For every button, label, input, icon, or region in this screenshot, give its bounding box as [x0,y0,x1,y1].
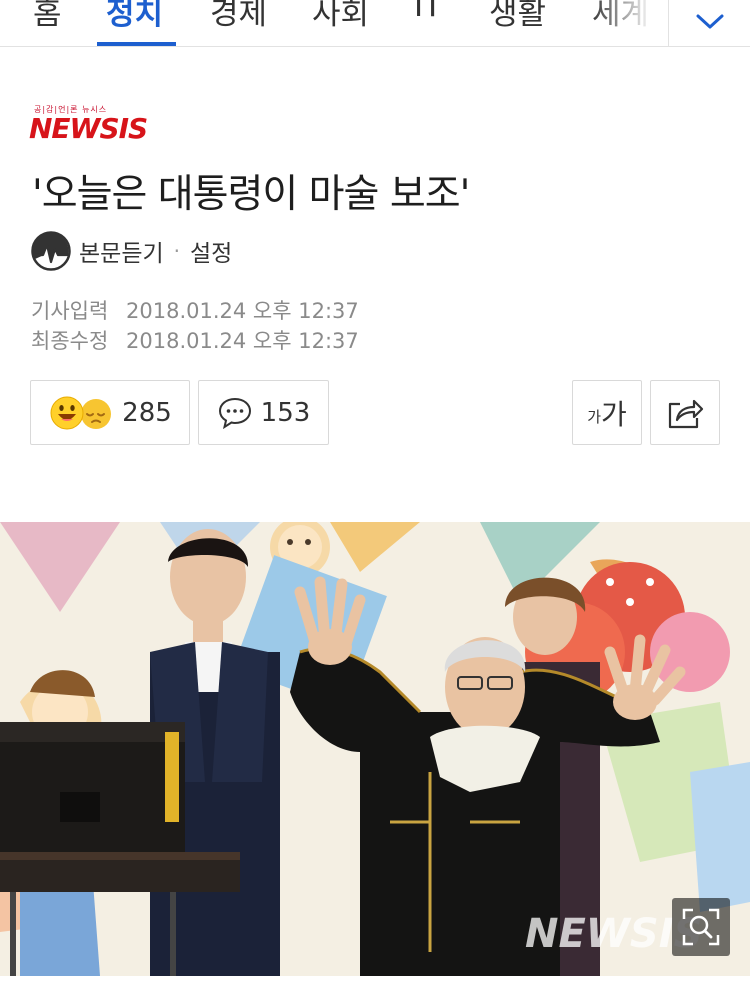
active-tab-indicator [97,42,176,46]
separator-dot: · [173,239,180,263]
comment-count: 153 [260,397,311,428]
font-size-button[interactable]: 가 가 [572,380,642,445]
chevron-down-icon [696,14,723,29]
tab-politics[interactable]: 정치 [106,0,163,33]
published-value: 2018.01.24 오후 12:37 [126,299,359,323]
tab-economy[interactable]: 경제 [210,0,267,33]
tab-society[interactable]: 사회 [312,0,369,33]
nav-more-button[interactable] [669,0,750,46]
reaction-button[interactable]: 285 [30,380,190,445]
category-nav: 홈 정치 경제 사회 IT 생활 세계 [0,0,750,47]
listen-row: 본문듣기 · 설정 [31,231,232,271]
font-size-large-label: 가 [601,397,627,431]
modified-label: 최종수정 [31,329,109,353]
modified-value: 2018.01.24 오후 12:37 [126,329,359,353]
tab-life[interactable]: 생활 [489,0,546,33]
listen-label[interactable]: 본문듣기 [79,234,164,268]
font-size-small-label: 가 [587,408,602,426]
reaction-count: 285 [122,397,172,428]
press-logo[interactable]: NEWSIS [29,112,148,145]
zoom-icon [682,908,720,946]
photo-zoom-button[interactable] [672,898,730,956]
article-photo[interactable]: NEWSIS [0,522,750,976]
article-title: '오늘은 대통령이 마술 보조' [32,172,470,217]
comment-icon [218,397,251,429]
reaction-emoji-icon [50,396,112,429]
nav-fade [590,0,668,46]
comment-button[interactable]: 153 [198,380,329,445]
photo-illustration: NEWSIS [0,522,750,976]
tab-home[interactable]: 홈 [33,0,62,33]
tab-it[interactable]: IT [414,0,442,24]
published-date: 기사입력 2018.01.24 오후 12:37 [31,295,359,325]
modified-date: 최종수정 2018.01.24 오후 12:37 [31,325,359,355]
share-icon [668,399,704,428]
settings-link[interactable]: 설정 [190,234,232,268]
share-button[interactable] [650,380,720,445]
published-label: 기사입력 [31,299,109,323]
listen-audio-icon[interactable] [31,231,71,271]
